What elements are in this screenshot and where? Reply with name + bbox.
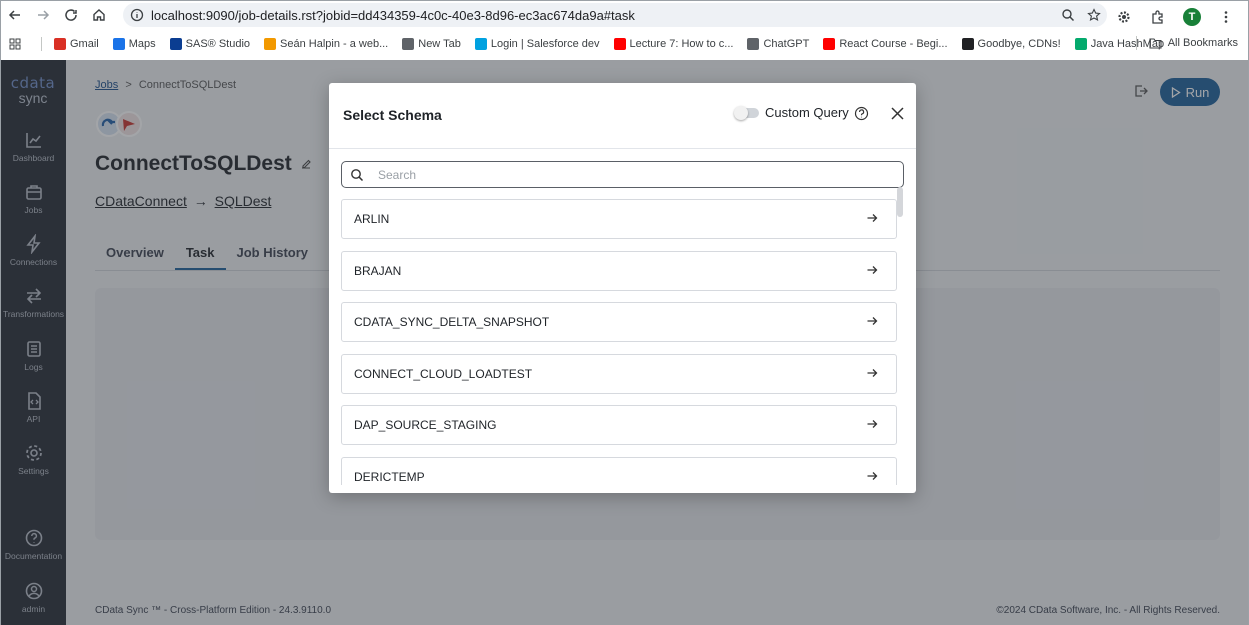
- w3-icon: [1074, 38, 1087, 50]
- apps-grid-icon[interactable]: [9, 38, 21, 50]
- schema-list-scrollbar[interactable]: [897, 187, 903, 217]
- bookmark-item[interactable]: Gmail: [54, 38, 99, 50]
- sas-icon: [169, 38, 182, 50]
- browser-menu-icon[interactable]: [1212, 3, 1240, 31]
- custom-query-toggle-group: Custom Query: [734, 105, 849, 120]
- maps-icon: [112, 38, 125, 50]
- bookmark-label: SAS® Studio: [185, 38, 251, 50]
- globe-icon: [402, 38, 415, 50]
- forward-icon[interactable]: [29, 1, 57, 29]
- schema-row[interactable]: ARLIN: [341, 199, 897, 239]
- bookmark-label: Goodbye, CDNs!: [977, 38, 1061, 50]
- search-input[interactable]: [378, 167, 903, 182]
- schema-name: CONNECT_CLOUD_LOADTEST: [354, 366, 533, 381]
- bookmark-label: New Tab: [418, 38, 461, 50]
- close-icon[interactable]: [890, 106, 905, 121]
- bookmarks-separator: [41, 37, 42, 51]
- bookmark-item[interactable]: Login | Salesforce dev: [474, 38, 600, 50]
- schema-name: DERICTEMP: [354, 469, 425, 484]
- bookmark-label: ChatGPT: [763, 38, 810, 50]
- all-bookmarks-separator: [1135, 36, 1137, 50]
- gmail-icon: [54, 38, 66, 50]
- schema-name: CDATA_SYNC_DELTA_SNAPSHOT: [354, 315, 550, 329]
- schema-row[interactable]: DERICTEMP: [341, 456, 897, 485]
- salesforce-icon: [474, 38, 487, 50]
- schema-list: ARLIN BRAJAN CDATA_SYNC_DELTA_SNAPSHOT CONN…: [341, 199, 897, 485]
- bookmarks-bar: Gmail Maps SAS® Studio Seán Halpin - a web.…: [1, 32, 1248, 56]
- bookmark-item[interactable]: New Tab: [402, 38, 461, 50]
- schema-row[interactable]: BRAJAN: [341, 250, 897, 291]
- person-icon: [264, 38, 277, 50]
- browser-toolbar: localhost:9090/job-details.rst?jobid=dd4…: [1, 1, 1248, 29]
- cdn-icon: [961, 38, 974, 50]
- bookmark-item[interactable]: Goodbye, CDNs!: [961, 38, 1061, 50]
- zoom-icon[interactable]: [1055, 8, 1081, 22]
- all-bookmarks-label: All Bookmarks: [1167, 37, 1238, 49]
- bookmark-label: React Course - Begi...: [839, 38, 948, 50]
- arrow-right-icon[interactable]: [866, 264, 878, 276]
- schema-row[interactable]: DAP_SOURCE_STAGING: [341, 405, 897, 445]
- toggle-knob: [734, 105, 748, 120]
- bookmark-label: Gmail: [70, 38, 99, 50]
- arrow-right-icon[interactable]: [866, 315, 878, 327]
- schema-row[interactable]: CONNECT_CLOUD_LOADTEST: [341, 353, 897, 394]
- all-bookmarks-button[interactable]: All Bookmarks: [1135, 36, 1238, 50]
- site-info-icon[interactable]: [123, 8, 151, 22]
- bookmark-label: Maps: [128, 38, 156, 50]
- arrow-right-icon[interactable]: [866, 212, 878, 224]
- extensions-puzzle-icon[interactable]: [1144, 3, 1172, 31]
- schema-name: ARLIN: [354, 212, 390, 226]
- bookmark-item[interactable]: Lecture 7: How to c...: [613, 38, 734, 50]
- url-text[interactable]: localhost:9090/job-details.rst?jobid=dd4…: [151, 8, 1055, 23]
- schema-search-field[interactable]: [341, 161, 904, 188]
- select-schema-dialog: Select Schema Custom Query ARLIN BRAJAN CD…: [329, 83, 916, 493]
- arrow-right-icon[interactable]: [866, 470, 878, 482]
- bookmark-label: Seán Halpin - a web...: [280, 38, 389, 50]
- custom-query-toggle[interactable]: [734, 105, 759, 120]
- bookmark-item[interactable]: SAS® Studio: [169, 38, 251, 50]
- schema-name: BRAJAN: [354, 263, 402, 278]
- star-icon[interactable]: [1081, 8, 1107, 22]
- reload-icon[interactable]: [57, 1, 85, 29]
- bookmark-label: Login | Salesforce dev: [490, 38, 600, 50]
- back-icon[interactable]: [1, 1, 29, 29]
- address-bar[interactable]: localhost:9090/job-details.rst?jobid=dd4…: [123, 3, 1107, 27]
- arrow-right-icon[interactable]: [866, 418, 878, 430]
- profile-avatar[interactable]: T: [1178, 3, 1206, 31]
- youtube-icon: [613, 38, 626, 50]
- arrow-right-icon[interactable]: [866, 367, 878, 379]
- search-icon: [342, 168, 372, 182]
- folder-icon: [1149, 38, 1162, 49]
- dialog-header: Select Schema Custom Query: [329, 83, 916, 149]
- schema-row[interactable]: CDATA_SYNC_DELTA_SNAPSHOT: [341, 302, 897, 342]
- bookmark-item[interactable]: React Course - Begi...: [823, 38, 948, 50]
- bookmark-label: Lecture 7: How to c...: [629, 38, 734, 50]
- dialog-title: Select Schema: [343, 107, 442, 123]
- chatgpt-icon: [747, 38, 760, 50]
- schema-name: DAP_SOURCE_STAGING: [354, 418, 497, 432]
- bookmark-item[interactable]: Seán Halpin - a web...: [264, 38, 388, 50]
- youtube-icon: [823, 38, 836, 50]
- bookmark-item[interactable]: Maps: [112, 38, 156, 50]
- bookmark-item[interactable]: ChatGPT: [747, 38, 809, 50]
- help-icon[interactable]: [854, 106, 869, 121]
- home-icon[interactable]: [85, 1, 113, 29]
- custom-query-label: Custom Query: [765, 105, 849, 120]
- extension-gear-icon[interactable]: [1110, 3, 1138, 31]
